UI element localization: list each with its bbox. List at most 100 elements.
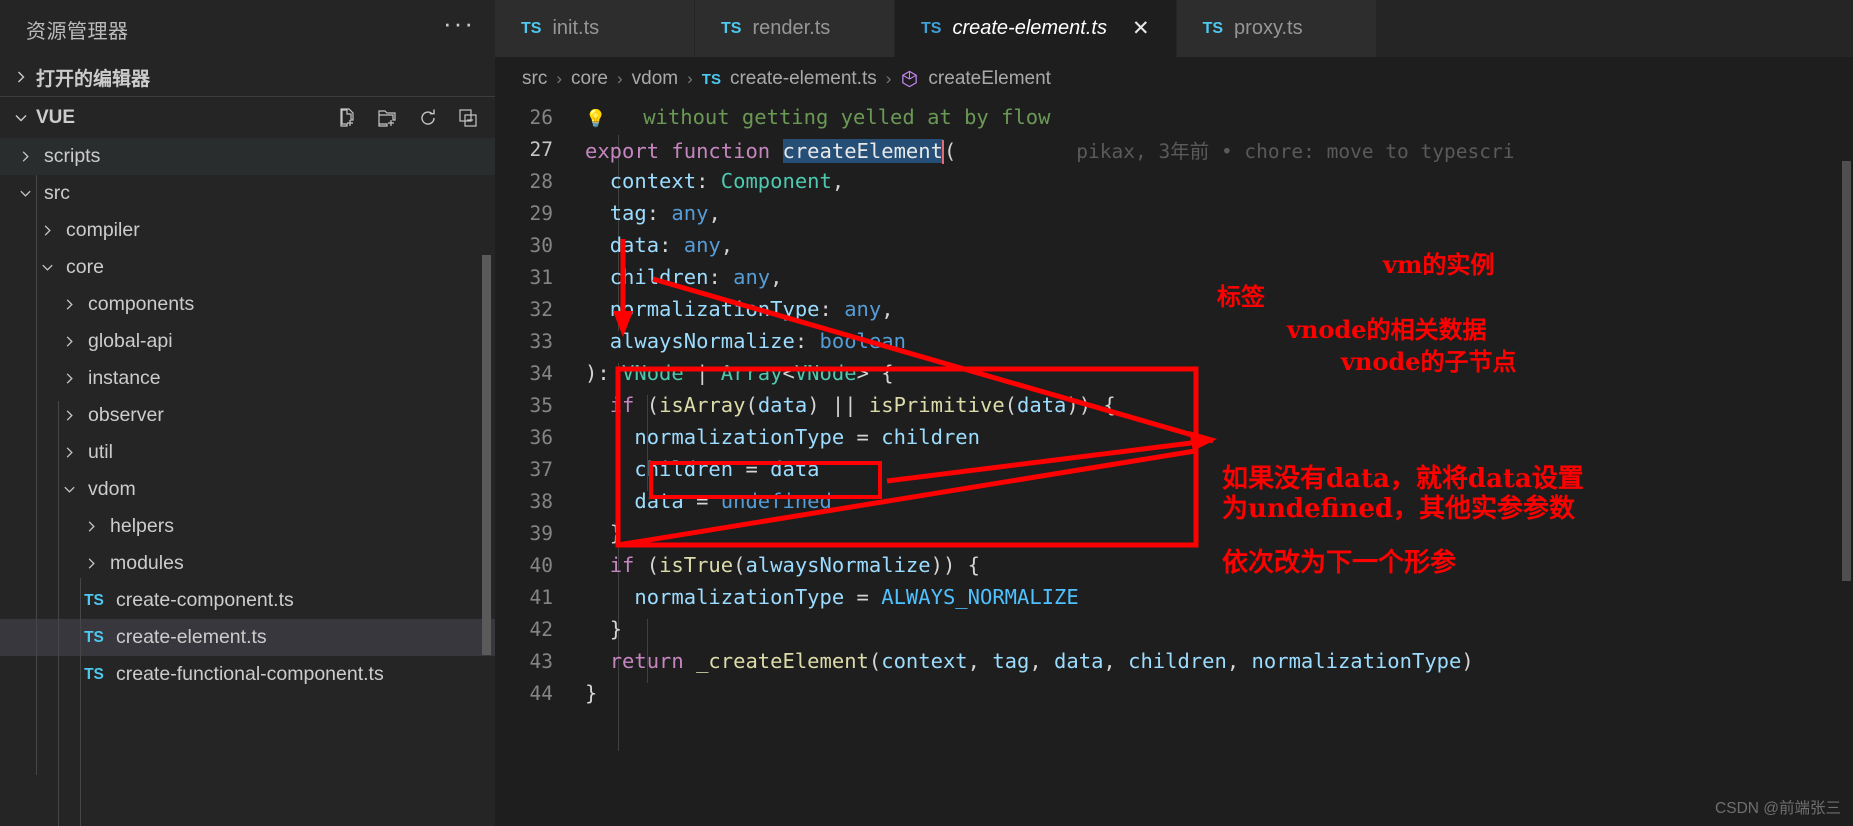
code-text[interactable]: context: Component, <box>575 169 845 193</box>
sidebar-scrollbar[interactable] <box>482 255 491 655</box>
watermark: CSDN @前端张三 <box>1715 800 1841 817</box>
chevron-right-icon <box>58 297 80 312</box>
code-text[interactable]: return _createElement(context, tag, data… <box>575 649 1474 673</box>
tree-item-create-element-ts[interactable]: TS create-element.ts <box>0 619 495 656</box>
tab-proxy-ts[interactable]: TS proxy.ts <box>1176 0 1377 57</box>
annotation-vm-instance: vm的实例 <box>1383 250 1495 279</box>
code-text[interactable]: 💡 without getting yelled at by flow <box>575 105 1051 129</box>
typescript-file-icon: TS <box>84 628 104 646</box>
typescript-file-icon: TS <box>701 70 721 88</box>
chevron-right-icon <box>14 149 36 164</box>
explorer-sidebar: 资源管理器 ··· 打开的编辑器 VUE scripts src compile… <box>0 0 495 826</box>
code-line: 29 tag: any, <box>495 197 1853 229</box>
section-label: 打开的编辑器 <box>36 68 151 90</box>
code-editor[interactable]: 26 💡 without getting yelled at by flow 27 e… <box>495 101 1853 826</box>
tree-item-scripts[interactable]: scripts <box>0 138 495 175</box>
chevron-right-icon <box>80 519 102 534</box>
tree-item-label: helpers <box>110 515 174 537</box>
tab-init-ts[interactable]: TS init.ts <box>495 0 695 57</box>
tab-create-element-ts[interactable]: TS create-element.ts ✕ <box>895 0 1177 57</box>
code-text[interactable]: tag: any, <box>575 201 721 225</box>
chevron-right-icon <box>80 556 102 571</box>
breadcrumb-item-file[interactable]: create-element.ts <box>730 68 877 90</box>
tree-item-instance[interactable]: instance <box>0 360 495 397</box>
code-text[interactable]: } <box>575 521 622 545</box>
tree-item-label: compiler <box>66 219 140 241</box>
code-text[interactable]: children: any, <box>575 265 783 289</box>
code-text[interactable]: data = undefined <box>575 489 832 513</box>
chevron-down-icon <box>36 260 58 275</box>
code-text[interactable]: } <box>575 681 597 705</box>
breadcrumb: src › core › vdom › TS create-element.ts… <box>495 57 1853 101</box>
tree-item-helpers[interactable]: helpers <box>0 508 495 545</box>
line-number: 38 <box>529 489 553 513</box>
tree-item-src[interactable]: src <box>0 175 495 212</box>
line-number: 40 <box>529 553 553 577</box>
line-number: 29 <box>529 201 553 225</box>
tree-item-observer[interactable]: observer <box>0 397 495 434</box>
tree-item-label: src <box>44 182 70 204</box>
code-text[interactable]: export function createElement(pikax, 3年前… <box>575 135 1514 164</box>
code-line: 32 normalizationType: any, <box>495 293 1853 325</box>
code-line: 28 context: Component, <box>495 165 1853 197</box>
chevron-right-icon <box>58 334 80 349</box>
typescript-file-icon: TS <box>84 591 104 609</box>
chevron-right-icon <box>36 223 58 238</box>
typescript-file-icon: TS <box>921 19 942 37</box>
code-text[interactable]: children = data <box>575 457 819 481</box>
indent-guide <box>80 578 81 826</box>
code-text[interactable]: } <box>575 617 622 641</box>
breadcrumb-item-core[interactable]: core <box>571 68 608 90</box>
line-number: 37 <box>529 457 553 481</box>
code-line: 39 } <box>495 517 1853 549</box>
new-file-icon[interactable] <box>335 105 361 131</box>
code-text[interactable]: ): VNode | Array<VNode> { <box>575 361 894 385</box>
breadcrumb-item-src[interactable]: src <box>522 68 547 90</box>
new-folder-icon[interactable] <box>375 105 401 131</box>
tree-item-global-api[interactable]: global-api <box>0 323 495 360</box>
section-vue[interactable]: VUE <box>0 96 495 138</box>
code-text[interactable]: normalizationType = children <box>575 425 980 449</box>
line-number: 31 <box>529 265 553 289</box>
tree-item-create-functional-component-ts[interactable]: TS create-functional-component.ts <box>0 656 495 693</box>
line-number: 44 <box>529 681 553 705</box>
collapse-all-icon[interactable] <box>455 105 481 131</box>
editor-scrollbar[interactable] <box>1842 161 1851 581</box>
code-line: 43 return _createElement(context, tag, d… <box>495 645 1853 677</box>
refresh-icon[interactable] <box>415 105 441 131</box>
code-text[interactable]: normalizationType = ALWAYS_NORMALIZE <box>575 585 1078 609</box>
tree-item-modules[interactable]: modules <box>0 545 495 582</box>
editor-tabbar: TS init.ts TS render.ts TS create-element.ts ✕… <box>495 0 1853 57</box>
tree-item-vdom[interactable]: vdom <box>0 471 495 508</box>
tree-item-compiler[interactable]: compiler <box>0 212 495 249</box>
code-text[interactable]: if (isTrue(alwaysNormalize)) { <box>575 553 980 577</box>
typescript-file-icon: TS <box>84 665 104 683</box>
code-line: 41 normalizationType = ALWAYS_NORMALIZE <box>495 581 1853 613</box>
code-line: 36 normalizationType = children <box>495 421 1853 453</box>
annotation-note-line-1: 如果没有data，就将data设置 <box>1222 464 1584 494</box>
more-actions-icon[interactable]: ··· <box>443 10 475 40</box>
tree-item-create-component-ts[interactable]: TS create-component.ts <box>0 582 495 619</box>
code-line: 37 children = data <box>495 453 1853 485</box>
tab-render-ts[interactable]: TS render.ts <box>695 0 895 57</box>
tree-item-components[interactable]: components <box>0 286 495 323</box>
chevron-right-icon <box>58 445 80 460</box>
code-text[interactable]: normalizationType: any, <box>575 297 894 321</box>
tree-item-label: util <box>88 441 113 463</box>
code-line: 33 alwaysNormalize: boolean <box>495 325 1853 357</box>
tree-item-label: create-element.ts <box>116 626 267 648</box>
code-line: 44} <box>495 677 1853 709</box>
close-icon[interactable]: ✕ <box>1132 16 1150 41</box>
typescript-file-icon: TS <box>521 19 542 37</box>
tree-item-core[interactable]: core <box>0 249 495 286</box>
code-text[interactable]: alwaysNormalize: boolean <box>575 329 906 353</box>
code-text[interactable]: if (isArray(data) || isPrimitive(data)) … <box>575 393 1116 417</box>
breadcrumb-item-vdom[interactable]: vdom <box>632 68 678 90</box>
code-text[interactable]: data: any, <box>575 233 733 257</box>
tree-item-util[interactable]: util <box>0 434 495 471</box>
tab-label: create-element.ts <box>952 17 1107 39</box>
section-open-editors[interactable]: 打开的编辑器 <box>0 58 495 96</box>
tree-item-label: core <box>66 256 104 278</box>
breadcrumb-separator: › <box>616 69 623 88</box>
breadcrumb-item-symbol[interactable]: createElement <box>928 68 1051 90</box>
